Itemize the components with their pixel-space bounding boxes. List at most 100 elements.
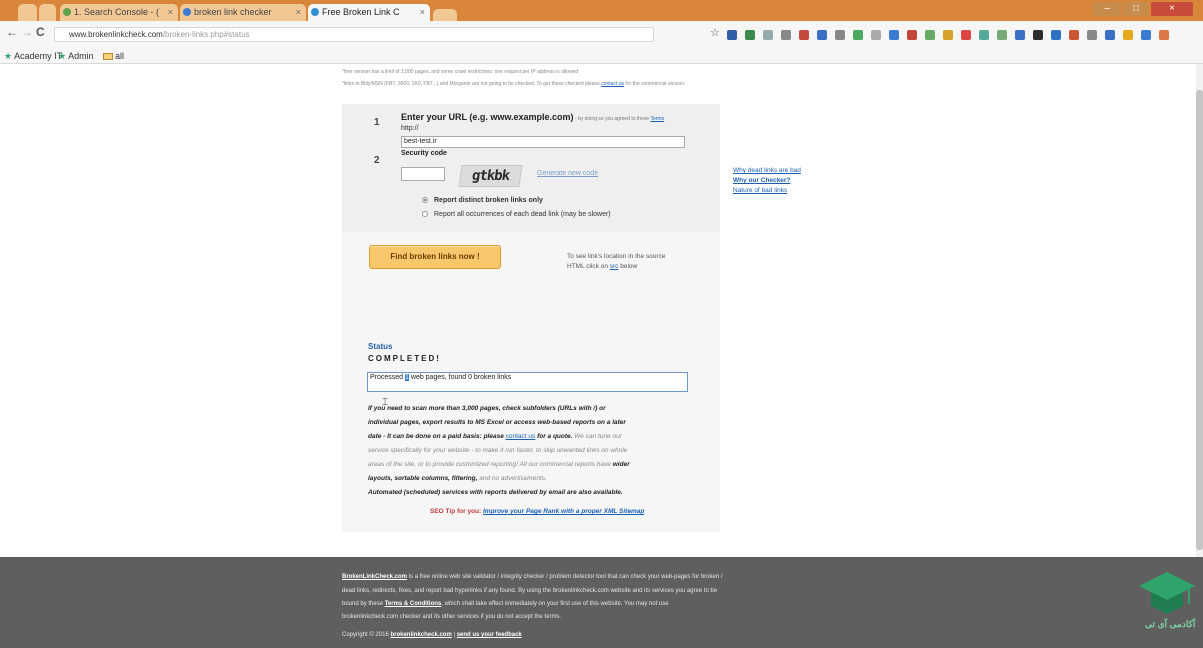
footer-line: BrokenLinkCheck.com is a free online web… [342, 574, 723, 580]
search-console-icon [63, 8, 71, 16]
captcha-image: gtkbk [458, 165, 523, 187]
bookmark-academy-it[interactable]: ★ Academy IT [4, 51, 62, 62]
extension-icon[interactable] [943, 30, 953, 40]
sitemap-link[interactable]: Improve your Page Rank with a proper XML… [483, 508, 644, 515]
status-value: COMPLETED! [368, 354, 441, 363]
extension-icon[interactable] [1033, 30, 1043, 40]
footer-line: brokenlinkcheck.com checker and its othe… [342, 614, 562, 620]
radio-button[interactable] [422, 211, 428, 217]
extension-icon[interactable] [1015, 30, 1025, 40]
step-number: 2 [374, 155, 380, 166]
extension-icon[interactable] [817, 30, 827, 40]
extension-icon[interactable] [979, 30, 989, 40]
extension-icon[interactable] [745, 30, 755, 40]
copyright-site-link[interactable]: brokenlinkcheck.com [390, 632, 451, 638]
scrollbar-thumb[interactable] [1196, 90, 1203, 550]
info-paragraph-line: If you need to scan more than 3,000 page… [368, 404, 606, 414]
terms-note: - by doing so you agreed to these [573, 116, 650, 122]
extension-icon[interactable] [925, 30, 935, 40]
tab-label: broken link checker [194, 7, 272, 17]
extension-icon[interactable] [727, 30, 737, 40]
para-text: Automated (scheduled) services with repo… [368, 489, 623, 496]
extension-icon[interactable] [997, 30, 1007, 40]
seo-tip: SEO Tip for you: Improve your Page Rank … [430, 508, 644, 515]
bookmark-folder-all[interactable]: all [103, 51, 124, 61]
extension-icon[interactable] [889, 30, 899, 40]
radio-distinct-label: Report distinct broken links only [434, 197, 543, 204]
extension-icon[interactable] [961, 30, 971, 40]
extension-icon[interactable] [1051, 30, 1061, 40]
security-code-input[interactable] [401, 167, 445, 181]
seo-tip-label: SEO Tip for you: [430, 508, 482, 515]
tab-strip: 1. Search Console - ( × broken link chec… [0, 0, 1203, 21]
watermark-text: آکادمی آی تی [1145, 619, 1196, 629]
find-broken-links-button[interactable]: Find broken links now ! [369, 245, 501, 269]
side-link-why-dead-links-bad[interactable]: Why dead links are bad [733, 166, 801, 176]
status-result-box[interactable]: Processed 1 web pages, found 0 broken li… [367, 372, 688, 392]
address-host: www.brokenlinkcheck.com [69, 30, 163, 39]
info-paragraph-line: date - It can be done on a paid basis: p… [368, 432, 622, 442]
radio-distinct-option[interactable]: Report distinct broken links only [422, 197, 543, 204]
minimize-button[interactable]: – [1093, 2, 1121, 16]
tab-broken-link-checker[interactable]: broken link checker × [180, 4, 306, 21]
close-tab-icon[interactable]: × [420, 7, 425, 17]
bookmark-label: Admin [68, 51, 94, 61]
new-tab-button[interactable] [433, 9, 457, 21]
side-link-nature-of-bad-links[interactable]: Nature of bad links [733, 186, 801, 196]
contact-us-link[interactable]: contact us [506, 433, 536, 440]
para-text: date - It can be done on a paid basis: p… [368, 433, 506, 440]
footer-copyright: Copyright © 2016 brokenlinkcheck.com | s… [342, 632, 522, 638]
close-tab-icon[interactable]: × [296, 7, 301, 17]
para-text-light: areas of the site, or to provide customi… [368, 461, 613, 468]
maximize-button[interactable]: □ [1123, 2, 1149, 16]
para-text: wider [612, 461, 630, 468]
address-path: /broken-links.php#status [162, 30, 250, 39]
tab-pinned-1[interactable] [18, 4, 37, 21]
url-input[interactable]: best-test.ir [401, 136, 685, 148]
info-paragraph-line: individual pages, export results to MS E… [368, 418, 626, 428]
extension-icon[interactable] [1105, 30, 1115, 40]
browser-toolbar: ← → C www.brokenlinkcheck.com/broken-lin… [0, 21, 1203, 49]
bookmark-admin[interactable]: ★ Admin [58, 51, 94, 62]
radio-all-option[interactable]: Report all occurrences of each dead link… [422, 211, 611, 218]
feedback-link[interactable]: send us your feedback [457, 632, 522, 638]
tab-free-broken-link-checker[interactable]: Free Broken Link C × [308, 4, 430, 21]
extension-icon[interactable] [835, 30, 845, 40]
footer-line: dead links, redirects, fixes, and report… [342, 588, 718, 594]
para-text: layouts, sortable columns, filtering, [368, 475, 478, 482]
hint-line-2-tail: below [620, 263, 638, 270]
extension-icon[interactable] [799, 30, 809, 40]
reload-icon[interactable]: C [36, 25, 45, 39]
footer-site-link[interactable]: BrokenLinkCheck.com [342, 574, 407, 580]
extension-icon[interactable] [1069, 30, 1079, 40]
extension-icon[interactable] [781, 30, 791, 40]
src-link[interactable]: src [610, 263, 619, 270]
address-bar[interactable]: www.brokenlinkcheck.com/broken-links.php… [54, 27, 654, 42]
extension-icon[interactable] [1159, 30, 1169, 40]
extension-icon[interactable] [907, 30, 917, 40]
generate-new-code-link[interactable]: Generate new code [537, 170, 598, 177]
extension-icon[interactable] [1087, 30, 1097, 40]
extension-icon[interactable] [853, 30, 863, 40]
close-tab-icon[interactable]: × [168, 7, 173, 17]
url-label-text: Enter your URL (e.g. www.example.com) [401, 112, 574, 122]
extension-icon[interactable] [763, 30, 773, 40]
extension-icon[interactable] [871, 30, 881, 40]
contact-us-link[interactable]: contact us [601, 81, 624, 87]
bookmark-icon: ★ [4, 51, 13, 61]
tab-search-console[interactable]: 1. Search Console - ( × [60, 4, 178, 21]
close-window-button[interactable]: × [1151, 2, 1193, 16]
terms-conditions-link[interactable]: Terms & Conditions [385, 601, 442, 607]
forward-icon[interactable]: → [21, 25, 33, 39]
extension-icon[interactable] [1123, 30, 1133, 40]
para-text-light: We can tune our [572, 433, 622, 440]
bookmarks-bar: ★ Academy IT ★ Admin all [0, 49, 1203, 64]
copyright-text: Copyright © 2016 [342, 632, 391, 638]
side-link-why-our-checker[interactable]: Why our Checker? [733, 176, 801, 186]
terms-link[interactable]: Terms [650, 116, 664, 122]
radio-button-selected[interactable] [422, 197, 428, 203]
bookmark-star-icon[interactable]: ☆ [710, 26, 720, 39]
tab-pinned-2[interactable] [39, 4, 56, 21]
back-icon[interactable]: ← [6, 25, 18, 39]
extension-icon[interactable] [1141, 30, 1151, 40]
